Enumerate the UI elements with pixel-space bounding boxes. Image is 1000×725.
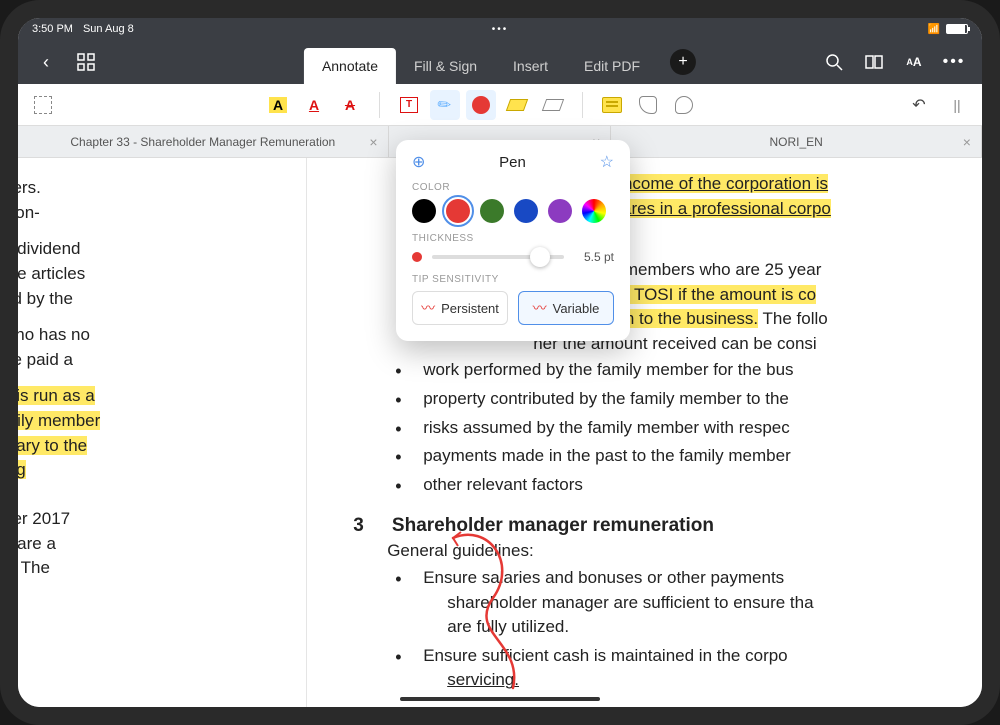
thickness-preview-icon	[412, 252, 422, 262]
text-line: ed by the	[53, 287, 306, 312]
thumbnails-button[interactable]	[76, 52, 96, 72]
tip-label: TIP SENSITIVITY	[412, 274, 614, 285]
textbox-tool-button[interactable]: T	[394, 90, 424, 120]
home-indicator[interactable]	[400, 697, 600, 701]
app-toolbar: ‹ Annotate Fill & Sign Insert Edit PDF +	[18, 40, 982, 84]
color-label: COLOR	[412, 182, 614, 193]
tip-variable-icon: 〰	[533, 298, 547, 318]
text-line: who has no	[53, 323, 306, 348]
list-item: risks assumed by the family member with …	[423, 414, 982, 443]
text-line: e are a	[53, 532, 306, 557]
list-item: property contributed by the family membe…	[423, 385, 982, 414]
bullet-list: work performed by the family member for …	[353, 356, 982, 499]
tab-annotate-label: Annotate	[322, 58, 378, 74]
annotation-ribbon: A A A T ✎ ↶ ||	[18, 84, 982, 126]
color-purple[interactable]	[548, 199, 572, 223]
tab-insert[interactable]: Insert	[495, 48, 566, 84]
text-line: ing	[53, 458, 306, 483]
add-tab-button[interactable]: +	[670, 49, 696, 75]
list-item: Ensure salaries and bonuses or other pay…	[423, 564, 982, 642]
tip-variable-label: Variable	[553, 301, 600, 316]
popover-zoom-icon[interactable]: ⊕	[412, 152, 425, 172]
text-line: bers.	[53, 176, 306, 201]
text-line: the articles	[53, 262, 306, 287]
thickness-slider[interactable]	[432, 255, 564, 259]
battery-icon	[946, 24, 968, 34]
tab-fillsign-label: Fill & Sign	[414, 58, 477, 74]
pen-color-button[interactable]	[466, 90, 496, 120]
highlight-tool-button[interactable]: A	[263, 90, 293, 120]
color-swatch-row	[412, 199, 614, 223]
doc-tab-close-icon[interactable]: ×	[963, 134, 971, 150]
list-item: payments made in the past to the family …	[423, 442, 982, 471]
tab-editpdf-label: Edit PDF	[584, 58, 640, 74]
separator	[379, 92, 380, 118]
color-picker-button[interactable]	[582, 199, 606, 223]
doc-tab-right[interactable]: NORI_EN ×	[611, 126, 982, 157]
color-green[interactable]	[480, 199, 504, 223]
list-item: work performed by the family member for …	[423, 356, 982, 385]
undo-button[interactable]: ↶	[904, 90, 934, 120]
multitask-dots-icon[interactable]: •••	[492, 24, 509, 35]
status-time: 3:50 PM	[32, 23, 73, 35]
tip-persistent-icon: 〰	[421, 298, 435, 318]
eraser-button[interactable]	[538, 90, 568, 120]
tab-annotate[interactable]: Annotate	[304, 48, 396, 84]
color-black[interactable]	[412, 199, 436, 223]
tip-persistent-label: Persistent	[441, 301, 499, 316]
separator	[582, 92, 583, 118]
color-blue[interactable]	[514, 199, 538, 223]
text-line: s. The	[53, 556, 306, 581]
list-item: Ensure sufficient cash is maintained in …	[423, 642, 982, 695]
note-tool-button[interactable]	[597, 90, 627, 120]
selection-tool-button[interactable]	[28, 90, 58, 120]
popover-title: Pen	[499, 154, 526, 171]
search-button[interactable]	[824, 52, 844, 72]
list-item: other relevant factors	[423, 471, 982, 500]
shape2-tool-button[interactable]	[669, 90, 699, 120]
strikethrough-tool-button[interactable]: A	[335, 90, 365, 120]
thickness-value: 5.5 pt	[574, 250, 614, 264]
bullet-list: Ensure salaries and bonuses or other pay…	[353, 564, 982, 695]
doc-tab-left-label: Chapter 33 - Shareholder Manager Remuner…	[70, 135, 335, 149]
text-line: mily member	[53, 409, 306, 434]
ipad-status-bar: 3:50 PM Sun Aug 8 •••	[18, 18, 982, 40]
text-line: s is run as a	[53, 384, 306, 409]
text-line: be paid a	[53, 348, 306, 373]
underline-tool-button[interactable]: A	[299, 90, 329, 120]
marker-tool-button[interactable]: ✎	[430, 90, 460, 120]
back-button[interactable]: ‹	[36, 52, 56, 72]
tip-variable-button[interactable]: 〰 Variable	[518, 291, 614, 325]
left-document-pane[interactable]: bers. sion- a dividend the articles ed b…	[18, 158, 307, 707]
reader-button[interactable]	[864, 52, 884, 72]
text-line: nt	[53, 581, 306, 606]
text-line: General guidelines:	[353, 539, 982, 564]
text-line: ber 2017	[53, 507, 306, 532]
slider-thumb[interactable]	[530, 247, 550, 267]
doc-tab-close-icon[interactable]: ×	[369, 134, 377, 150]
text-settings-button[interactable]: AA	[904, 52, 924, 72]
shape-tool-button[interactable]	[633, 90, 663, 120]
tab-insert-label: Insert	[513, 58, 548, 74]
close-ribbon-button[interactable]: ||	[942, 90, 972, 120]
text-line: sion-	[53, 201, 306, 226]
highlighter-eraser-button[interactable]	[502, 90, 532, 120]
popover-favorite-icon[interactable]: ☆	[600, 152, 614, 172]
tab-fill-sign[interactable]: Fill & Sign	[396, 48, 495, 84]
section-heading: 3 Shareholder manager remuneration	[353, 512, 982, 540]
more-button[interactable]: •••	[944, 52, 964, 72]
tip-persistent-button[interactable]: 〰 Persistent	[412, 291, 508, 325]
color-red[interactable]	[446, 199, 470, 223]
text-line: alary to the	[53, 434, 306, 459]
status-date: Sun Aug 8	[83, 23, 134, 35]
thickness-label: THICKNESS	[412, 233, 614, 244]
pen-popover: ⊕ Pen ☆ COLOR THICKNESS 5.5 pt	[396, 140, 630, 341]
text-line: a dividend	[53, 237, 306, 262]
wifi-icon	[928, 23, 940, 35]
doc-tab-right-label: NORI_EN	[770, 135, 823, 149]
doc-tab-left[interactable]: Chapter 33 - Shareholder Manager Remuner…	[18, 126, 389, 157]
tab-edit-pdf[interactable]: Edit PDF	[566, 48, 658, 84]
